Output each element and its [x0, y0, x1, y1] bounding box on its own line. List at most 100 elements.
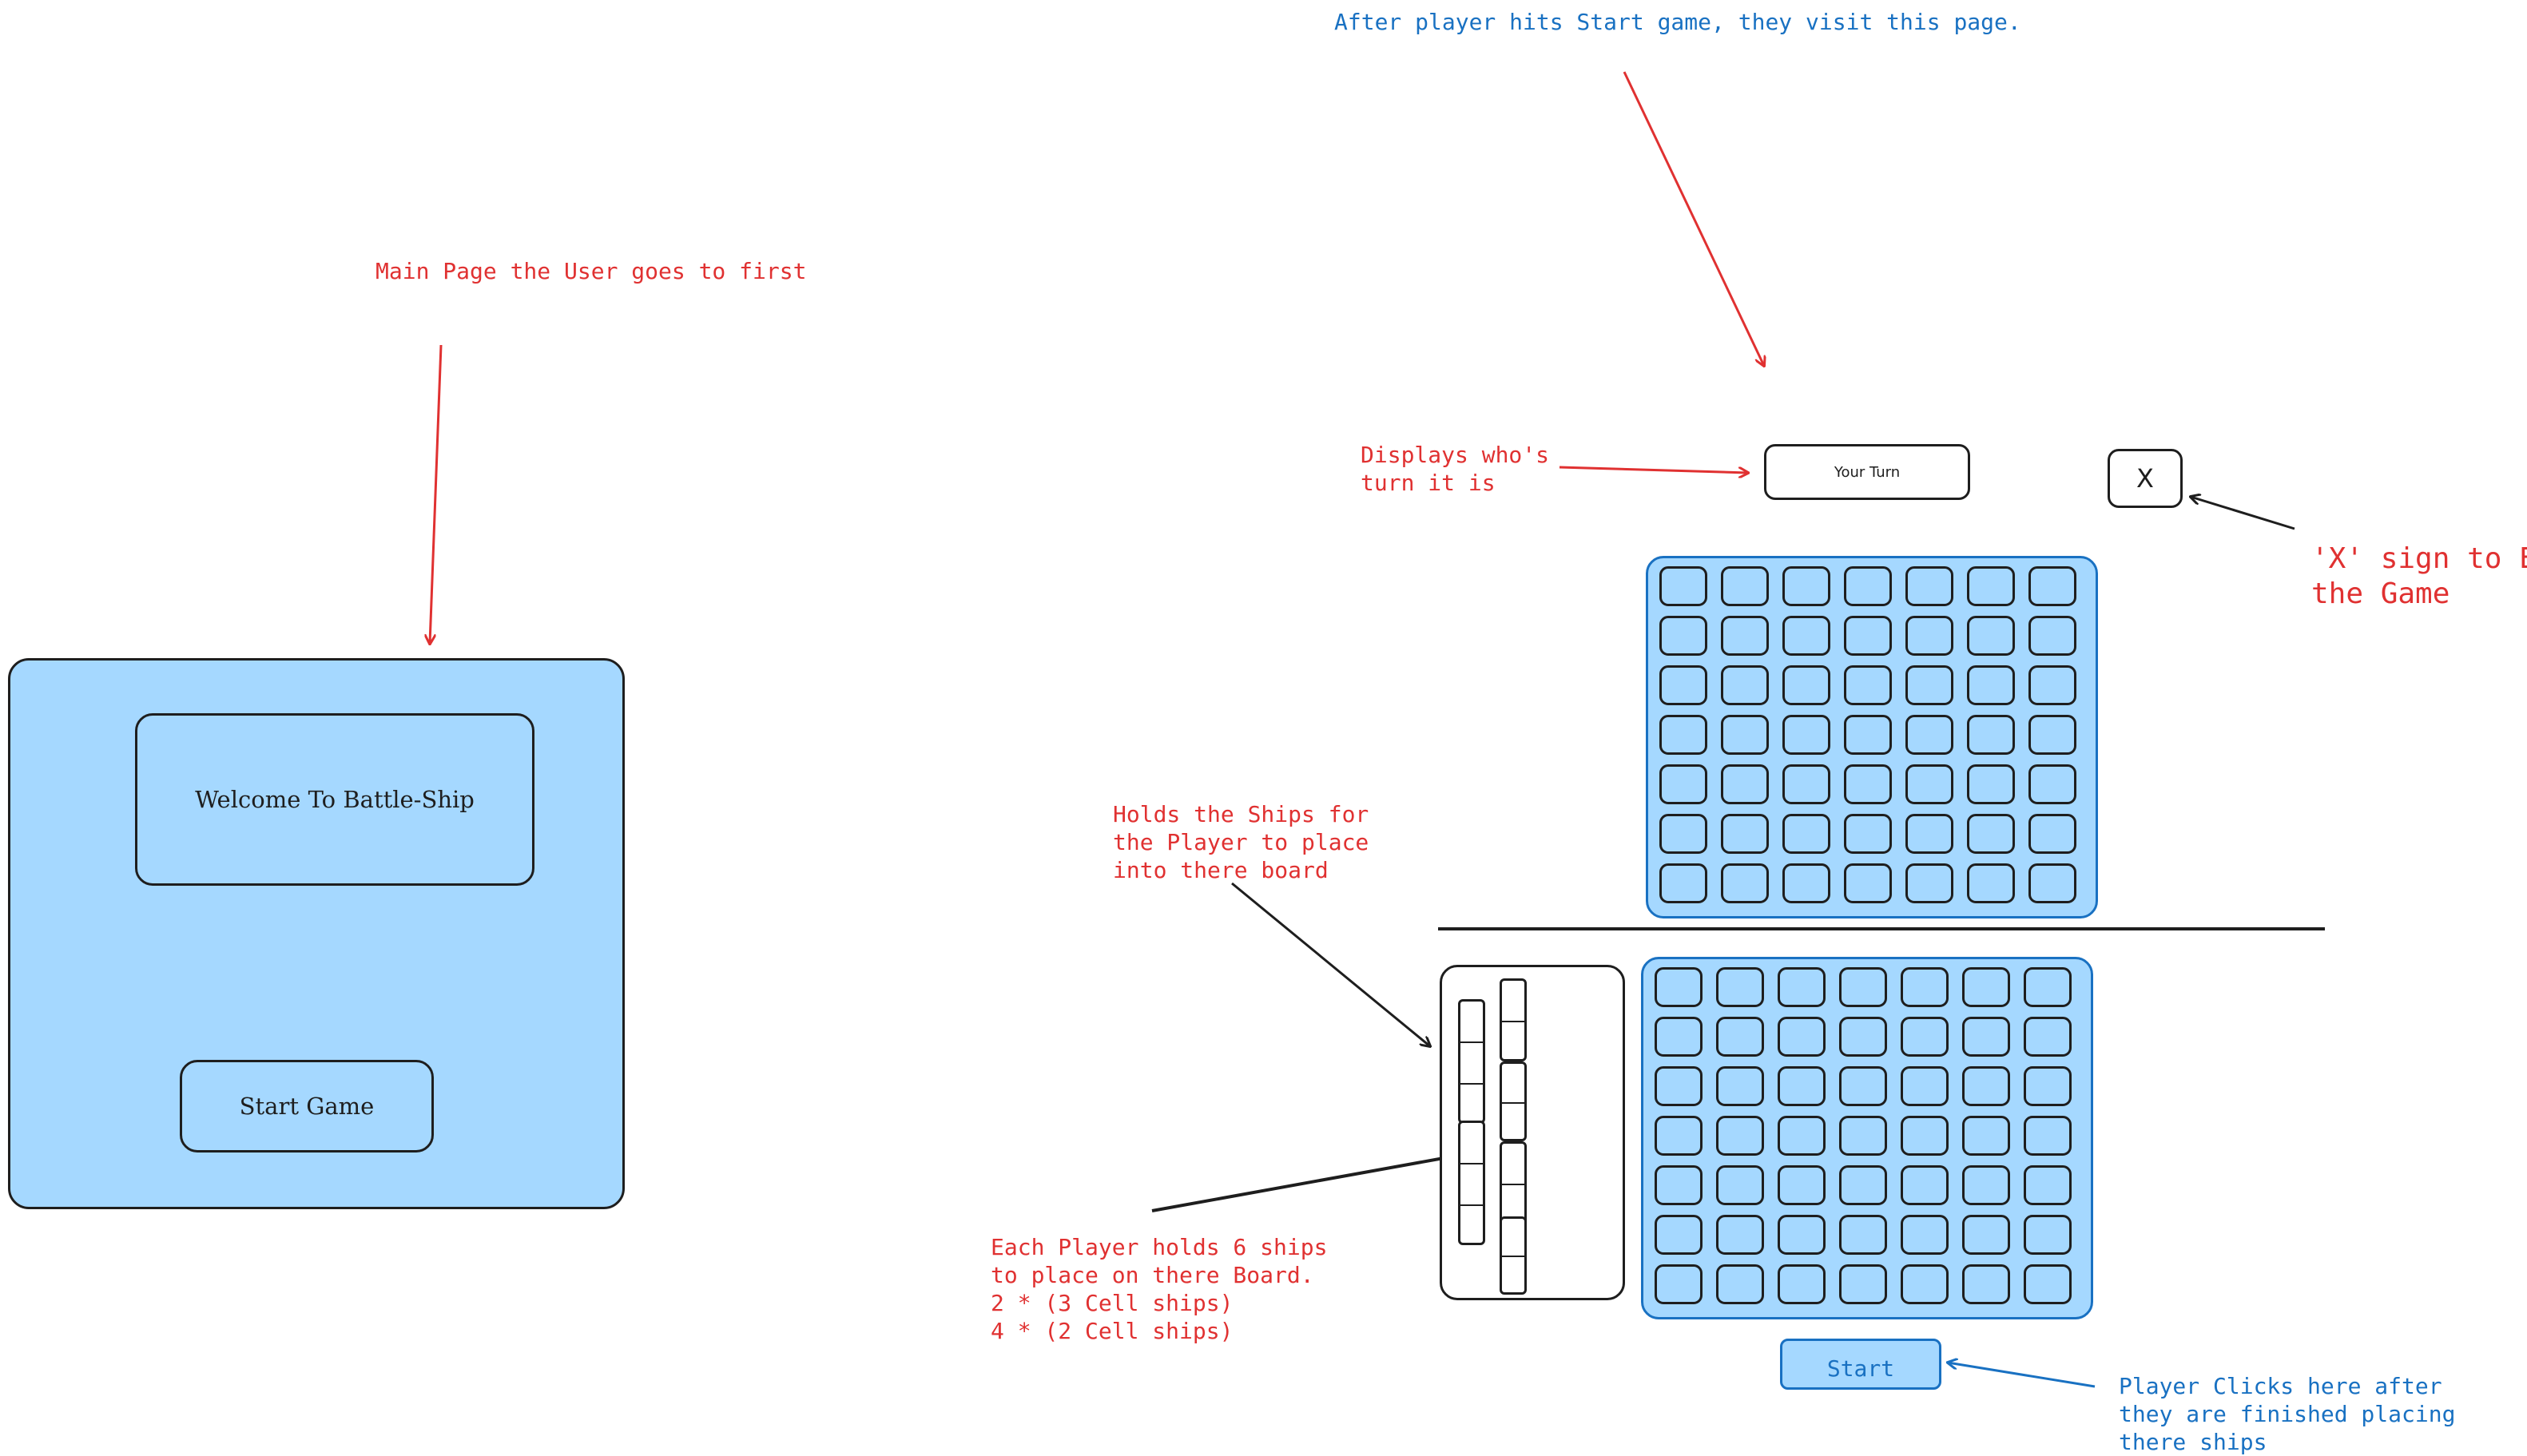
- board-cell[interactable]: [1778, 1116, 1826, 1156]
- board-cell[interactable]: [2028, 665, 2076, 705]
- board-cell[interactable]: [1716, 967, 1764, 1007]
- board-cell[interactable]: [1721, 814, 1769, 854]
- board-cell[interactable]: [1721, 665, 1769, 705]
- start-button[interactable]: Start: [1780, 1339, 1941, 1390]
- ship-two-cell[interactable]: [1500, 978, 1527, 1061]
- board-cell[interactable]: [1844, 715, 1892, 755]
- board-cell[interactable]: [2028, 566, 2076, 606]
- board-cell[interactable]: [1905, 764, 1953, 804]
- board-cell[interactable]: [1901, 1264, 1949, 1304]
- board-cell[interactable]: [1901, 1165, 1949, 1205]
- board-cell[interactable]: [1901, 1215, 1949, 1255]
- board-cell[interactable]: [1967, 764, 2015, 804]
- board-cell[interactable]: [1844, 863, 1892, 903]
- board-cell[interactable]: [1716, 1017, 1764, 1057]
- board-cell[interactable]: [1844, 814, 1892, 854]
- board-cell[interactable]: [1778, 1017, 1826, 1057]
- board-cell[interactable]: [1716, 1116, 1764, 1156]
- board-cell[interactable]: [1901, 1116, 1949, 1156]
- board-cell[interactable]: [1901, 1017, 1949, 1057]
- board-cell[interactable]: [1839, 1215, 1887, 1255]
- board-cell[interactable]: [2028, 715, 2076, 755]
- board-cell[interactable]: [1782, 715, 1830, 755]
- board-cell[interactable]: [2028, 764, 2076, 804]
- board-cell[interactable]: [1905, 665, 1953, 705]
- board-cell[interactable]: [1659, 715, 1707, 755]
- board-cell[interactable]: [1782, 764, 1830, 804]
- ship-two-cell[interactable]: [1500, 1141, 1527, 1224]
- board-cell[interactable]: [1778, 1264, 1826, 1304]
- board-cell[interactable]: [1905, 715, 1953, 755]
- board-cell[interactable]: [1967, 665, 2015, 705]
- board-cell[interactable]: [1782, 814, 1830, 854]
- board-cell[interactable]: [1839, 1066, 1887, 1106]
- board-cell[interactable]: [2024, 967, 2072, 1007]
- board-cell[interactable]: [2024, 1017, 2072, 1057]
- board-cell[interactable]: [1778, 1066, 1826, 1106]
- board-cell[interactable]: [1721, 715, 1769, 755]
- board-cell[interactable]: [1721, 616, 1769, 656]
- board-cell[interactable]: [1962, 1215, 2010, 1255]
- board-cell[interactable]: [1659, 665, 1707, 705]
- board-cell[interactable]: [1782, 863, 1830, 903]
- board-cell[interactable]: [2028, 863, 2076, 903]
- board-cell[interactable]: [1905, 814, 1953, 854]
- board-cell[interactable]: [1839, 967, 1887, 1007]
- board-cell[interactable]: [1716, 1264, 1764, 1304]
- board-cell[interactable]: [1844, 665, 1892, 705]
- board-cell[interactable]: [1901, 967, 1949, 1007]
- board-cell[interactable]: [1962, 1066, 2010, 1106]
- board-cell[interactable]: [1778, 1215, 1826, 1255]
- board-cell[interactable]: [1716, 1165, 1764, 1205]
- board-cell[interactable]: [2024, 1165, 2072, 1205]
- board-cell[interactable]: [1967, 863, 2015, 903]
- board-cell[interactable]: [1782, 616, 1830, 656]
- board-cell[interactable]: [1782, 566, 1830, 606]
- board-cell[interactable]: [1778, 967, 1826, 1007]
- board-cell[interactable]: [1655, 1066, 1703, 1106]
- board-cell[interactable]: [1839, 1165, 1887, 1205]
- board-cell[interactable]: [1655, 1215, 1703, 1255]
- board-cell[interactable]: [2024, 1215, 2072, 1255]
- board-cell[interactable]: [1659, 616, 1707, 656]
- ship-three-cell[interactable]: [1458, 1121, 1485, 1245]
- board-cell[interactable]: [1905, 616, 1953, 656]
- board-cell[interactable]: [1655, 967, 1703, 1007]
- board-cell[interactable]: [1655, 1264, 1703, 1304]
- board-cell[interactable]: [2028, 814, 2076, 854]
- board-cell[interactable]: [1962, 967, 2010, 1007]
- board-cell[interactable]: [1659, 863, 1707, 903]
- board-cell[interactable]: [1839, 1116, 1887, 1156]
- board-cell[interactable]: [1659, 764, 1707, 804]
- start-game-button[interactable]: Start Game: [180, 1060, 434, 1153]
- board-cell[interactable]: [2024, 1066, 2072, 1106]
- board-cell[interactable]: [1967, 616, 2015, 656]
- close-game-button[interactable]: X: [2108, 449, 2183, 508]
- board-cell[interactable]: [1844, 616, 1892, 656]
- board-cell[interactable]: [1655, 1116, 1703, 1156]
- board-cell[interactable]: [1778, 1165, 1826, 1205]
- board-cell[interactable]: [1962, 1116, 2010, 1156]
- ship-two-cell[interactable]: [1500, 1061, 1527, 1141]
- board-cell[interactable]: [2024, 1116, 2072, 1156]
- board-cell[interactable]: [1721, 764, 1769, 804]
- board-cell[interactable]: [1716, 1066, 1764, 1106]
- board-cell[interactable]: [1721, 863, 1769, 903]
- board-cell[interactable]: [1905, 566, 1953, 606]
- ship-two-cell[interactable]: [1500, 1216, 1527, 1295]
- board-cell[interactable]: [1839, 1017, 1887, 1057]
- board-cell[interactable]: [2024, 1264, 2072, 1304]
- board-cell[interactable]: [1659, 814, 1707, 854]
- board-cell[interactable]: [1962, 1017, 2010, 1057]
- board-cell[interactable]: [1962, 1264, 2010, 1304]
- board-cell[interactable]: [1967, 715, 2015, 755]
- board-cell[interactable]: [1655, 1017, 1703, 1057]
- board-cell[interactable]: [1967, 814, 2015, 854]
- board-cell[interactable]: [1901, 1066, 1949, 1106]
- board-cell[interactable]: [1844, 566, 1892, 606]
- board-cell[interactable]: [1782, 665, 1830, 705]
- board-cell[interactable]: [2028, 616, 2076, 656]
- board-cell[interactable]: [1905, 863, 1953, 903]
- board-cell[interactable]: [1839, 1264, 1887, 1304]
- board-cell[interactable]: [1721, 566, 1769, 606]
